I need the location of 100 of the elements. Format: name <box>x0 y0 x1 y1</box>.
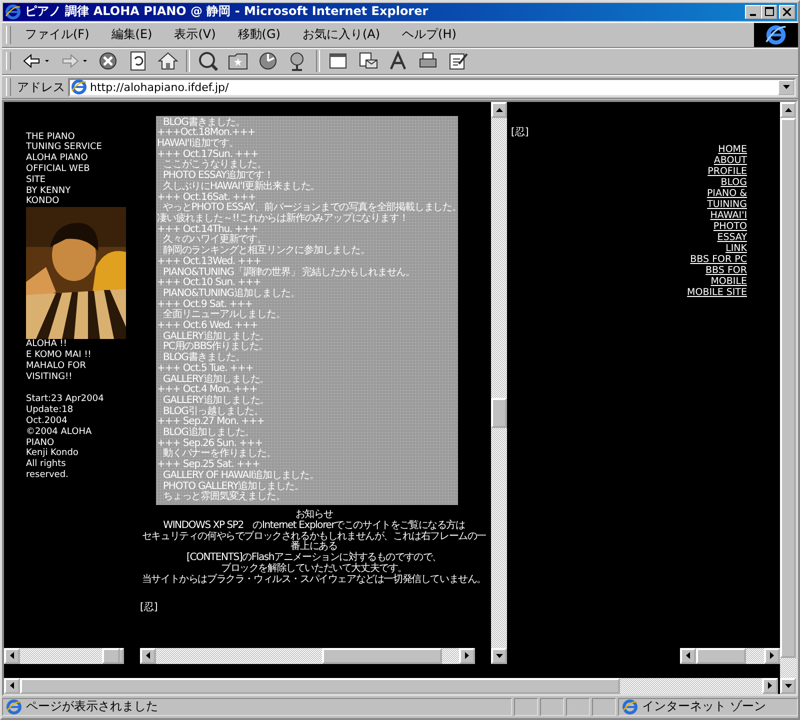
menu-item[interactable]: ヘルプ(H) <box>394 24 464 46</box>
minimize-button[interactable] <box>745 4 761 19</box>
dropdown-button[interactable] <box>778 80 794 95</box>
news-date: +++ Sep.26 Sun. +++ <box>157 438 262 449</box>
nav-link[interactable]: ABOUT <box>714 154 747 166</box>
nav-link[interactable]: PHOTO ESSAY <box>713 220 747 243</box>
news-entry: PHOTO GALLERY追加しました。 <box>162 482 304 492</box>
up-arrow-icon <box>496 108 502 112</box>
menu-item[interactable]: 移動(G) <box>230 24 288 46</box>
stop-icon[interactable] <box>97 50 119 72</box>
frame-mark: [忍] <box>140 600 158 614</box>
scroll-thumb[interactable] <box>491 398 507 428</box>
left-arrow-icon <box>10 682 14 690</box>
scroll-thumb[interactable] <box>102 648 120 664</box>
news-date: +++ Oct.17Sun. +++ <box>157 150 258 160</box>
news-entry: GALLERY追加しました。 <box>162 374 270 385</box>
down-arrow-icon <box>784 684 792 688</box>
greeting-text: ALOHA !! E KOMO MAI !! MAHALO FOR VISITING!! <box>26 339 92 382</box>
news-entry: 動くバナーを作りました。 <box>162 449 276 460</box>
news-date: +++ Oct.5 Tue. +++ <box>157 364 254 374</box>
left-arrow-icon <box>146 652 150 660</box>
news-entry: 全面リニューアルしました。 <box>162 310 286 320</box>
news-entry: PIANO&TUNING追加しました。 <box>162 288 300 300</box>
left-arrow-icon <box>10 652 14 660</box>
menu-item[interactable]: ファイル(F) <box>17 24 98 46</box>
browser-logo <box>754 22 798 47</box>
address-field[interactable]: http://alohapiano.ifdef.jp/ <box>68 78 796 97</box>
news-entry: GALLERY追加しました。 <box>162 332 270 342</box>
menu-item[interactable]: 編集(E) <box>103 24 160 46</box>
minimize-icon <box>750 14 756 16</box>
scroll-thumb[interactable] <box>322 648 442 664</box>
notice-title: お知らせ <box>295 510 333 520</box>
news-entry: 久々のハワイ更新です。 <box>162 235 266 246</box>
nav-link[interactable]: HOME <box>718 144 747 155</box>
news-entry: ちょっと雰囲気変えました。 <box>162 492 286 503</box>
news-entry: やっとPHOTO ESSAY、前バージョンまでの写真を全部掲載しました。 <box>163 203 462 214</box>
left-arrow-icon <box>686 652 690 660</box>
news-entry: PIANO&TUNING「調律の世界」 完結したかもしれません。 <box>162 268 416 278</box>
zone-text: インターネット ゾーン <box>642 698 766 716</box>
news-date: +++ Oct.13Wed. +++ <box>157 256 262 267</box>
news-date: +++Oct.18Mon.+++ <box>157 128 256 138</box>
horizontal-scrollbar[interactable] <box>4 648 124 664</box>
nav-link[interactable]: HAWAI'I <box>710 210 747 221</box>
news-entry: PC用のBBS作りました。 <box>162 342 268 352</box>
nav-link[interactable]: BBS FOR PC <box>690 254 747 265</box>
news-date: +++ Oct.4 Mon. +++ <box>157 385 258 396</box>
news-entry: BLOG書きました。 <box>163 118 245 128</box>
site-description: THE PIANO TUNING SERVICE ALOHA PIANO OFFICIAL WEB SITE BY KENNY KONDO <box>26 132 103 208</box>
nav-link[interactable]: MOBILE SITE <box>687 286 747 298</box>
credits-text: Start:23 Apr2004 Update:18 Oct.2004 ©2004 ALOHA PIANO Kenji Kondo All rights reserved. <box>26 394 105 481</box>
close-icon <box>783 8 791 16</box>
maximize-icon <box>764 7 774 16</box>
news-entry: BLOG書きました。 <box>162 353 245 364</box>
news-date: +++ Oct.9 Sat. +++ <box>157 300 252 310</box>
up-arrow-icon <box>784 108 792 112</box>
frame-mark: [忍] <box>511 126 529 139</box>
caret-icon[interactable] <box>45 60 49 62</box>
right-arrow-icon <box>465 652 469 660</box>
vertical-scrollbar[interactable] <box>491 102 507 664</box>
news-entry: ここがこうなりました。 <box>162 160 266 170</box>
caret-icon <box>782 85 790 90</box>
scroll-thumb[interactable] <box>696 648 746 664</box>
status-panel <box>514 698 538 716</box>
history-clock-icon[interactable] <box>257 50 279 72</box>
horizontal-scrollbar[interactable] <box>140 648 475 664</box>
menu-item[interactable]: お気に入り(A) <box>294 24 388 46</box>
news-date: +++ Sep.27 Mon. +++ <box>157 417 264 428</box>
down-arrow-icon <box>496 654 502 658</box>
menu-item[interactable]: 表示(V) <box>166 24 224 46</box>
notice-text: WINDOWS XP SP2 のInternet Explorerでこのサイトをご覧になる方は セキュリティの何やらでブロックされるかもしれませんが、これは右フレームの一 番上にある [CONTENTS]のFlashアニメーションに対するものですので、 ブロックを解除していただいて大丈夫です。 当サイトからはブラクラ・ウィルス・スパイウェアなどは一切発信していません。 <box>140 520 488 586</box>
window-title: ピアノ 調律 ALOHA PIANO @ 静岡 - Microsoft Internet Explorer <box>25 3 430 20</box>
caret-icon[interactable] <box>83 60 87 62</box>
news-entry: 静岡のランキングと相互リンクに参加しました。 <box>162 246 370 256</box>
status-text: ページが表示されました <box>26 698 158 716</box>
search-icon[interactable] <box>197 50 219 72</box>
maximize-button[interactable] <box>761 4 777 19</box>
news-date: +++ Oct.10 Sun. +++ <box>157 278 261 288</box>
status-panel <box>566 698 590 716</box>
nav-link[interactable]: PROFILE <box>708 166 747 177</box>
nav-link[interactable]: BLOG <box>720 176 747 188</box>
home-icon[interactable] <box>157 50 179 72</box>
news-entry: HAWAI'I追加です。 <box>157 139 238 150</box>
status-panel <box>592 698 616 716</box>
nav-link[interactable]: PIANO & TUINING <box>706 188 747 210</box>
horizontal-scrollbar[interactable] <box>4 678 778 694</box>
news-entry: PHOTO ESSAY追加です！ <box>162 171 274 182</box>
font-icon[interactable] <box>387 50 409 72</box>
right-arrow-icon <box>768 682 772 690</box>
news-entry: 久しぶりにHAWAI'I更新出来ました。 <box>162 182 320 192</box>
status-panel <box>540 698 564 716</box>
news-date: +++ Oct.6 Wed. +++ <box>157 321 258 332</box>
close-button[interactable] <box>779 4 795 19</box>
address-label: アドレス <box>17 78 65 96</box>
scroll-thumb[interactable] <box>20 678 620 694</box>
news-entry: 凄い疲れました～!!これからは新作のみアップになります！ <box>157 214 408 224</box>
nav-link[interactable]: BBS FOR MOBILE <box>706 264 747 287</box>
right-arrow-icon <box>770 652 774 660</box>
horizontal-scrollbar[interactable] <box>680 648 780 664</box>
nav-link[interactable]: LINK <box>726 242 747 254</box>
news-date: +++ Sep.25 Sat. +++ <box>157 460 260 470</box>
